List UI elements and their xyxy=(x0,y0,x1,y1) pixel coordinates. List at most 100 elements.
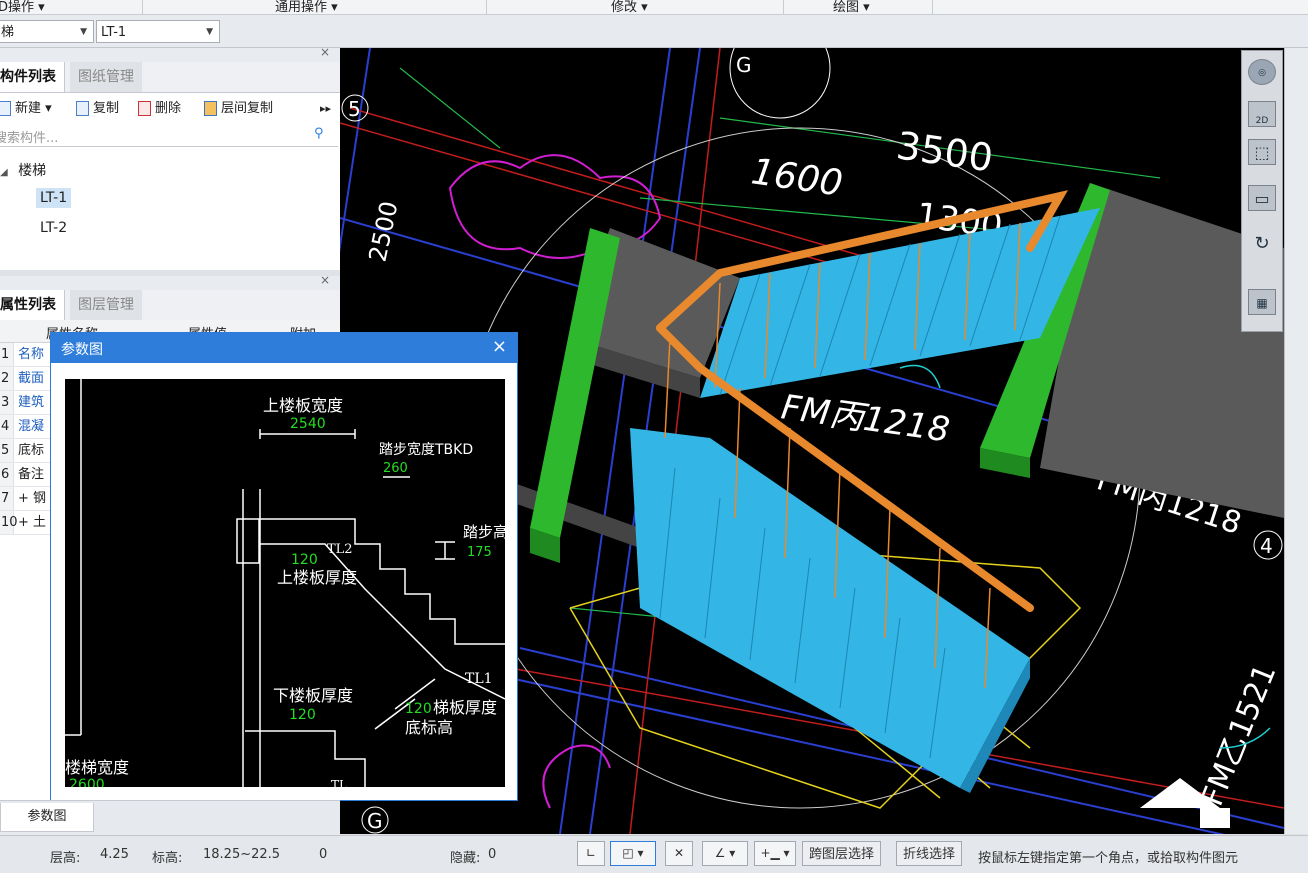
right-side-panel xyxy=(1284,48,1308,834)
axis-label-g-bottom: G xyxy=(367,809,383,833)
close-icon[interactable]: × xyxy=(492,336,507,357)
elevation-value: 18.25~22.5 xyxy=(203,847,281,862)
tab-layer-manage[interactable]: 图层管理 xyxy=(70,290,142,320)
label-upper-width: 上楼板宽度 xyxy=(263,396,343,415)
property-name: 备注 xyxy=(18,467,45,482)
property-name: + 土 xyxy=(18,515,47,530)
select-mode-icon[interactable]: ◰ ▾ xyxy=(610,841,656,866)
close-icon[interactable]: × xyxy=(320,45,330,59)
chevron-down-icon: ▼ xyxy=(80,27,87,37)
orbit-icon[interactable]: ◎ xyxy=(1248,59,1276,85)
delete-icon xyxy=(138,101,151,116)
property-name: + 钢 xyxy=(18,491,47,506)
close-icon[interactable]: × xyxy=(320,273,330,287)
value-upper-width: 2540 xyxy=(290,416,326,432)
grid-view-icon[interactable]: ▦ xyxy=(1248,289,1276,315)
value-lower-thickness: 120 xyxy=(289,707,316,723)
component-type-value: 梯 xyxy=(1,25,15,40)
property-name: 混凝 xyxy=(18,419,45,434)
box-view-icon[interactable]: ▭ xyxy=(1248,185,1276,211)
property-name: 建筑 xyxy=(18,395,45,410)
axis-label-4: 4 xyxy=(1260,534,1273,558)
component-name-value: LT-1 xyxy=(101,25,127,40)
new-button[interactable]: 新建 ▾ xyxy=(0,96,52,122)
tab-component-list[interactable]: 构件列表 xyxy=(0,62,65,92)
menu-general-ops[interactable]: 通用操作 ▾ xyxy=(275,0,338,15)
property-name: 名称 xyxy=(18,347,45,362)
menu-divider xyxy=(142,0,143,14)
param-diagram-dialog: 参数图 × 上楼板宽度 2540 踏步宽度TBKD 260 踏步高 175 TL… xyxy=(50,332,518,801)
row-index: 7 xyxy=(0,487,14,510)
panel-header: × xyxy=(0,273,340,290)
floor-height-label: 层高: xyxy=(50,851,81,866)
property-name: 底标 xyxy=(18,443,45,458)
copy-icon xyxy=(76,101,89,116)
row-index: 1 xyxy=(0,343,14,366)
angle-snap-icon[interactable]: ∠ ▾ xyxy=(702,841,748,866)
label-slab-thickness: 梯板厚度 xyxy=(433,698,497,717)
rotate-icon[interactable]: ↻ xyxy=(1248,231,1276,257)
label-stair-width: 楼梯宽度 xyxy=(65,758,129,777)
new-icon xyxy=(0,101,11,116)
tree-item-lt2[interactable]: LT-2 xyxy=(40,220,67,236)
menu-divider xyxy=(783,0,784,14)
label-step-height: 踏步高 xyxy=(463,523,505,541)
label-tl1: TL1 xyxy=(465,671,493,687)
property-tabbar: 属性列表 图层管理 xyxy=(0,290,340,321)
component-name-select[interactable]: LT-1 ▼ xyxy=(96,20,220,43)
search-icon[interactable]: ⚲ xyxy=(314,126,324,141)
tab-param-diagram[interactable]: 参数图 xyxy=(0,803,94,832)
panel-header: × xyxy=(0,45,340,62)
status-hint: 按鼠标左键指定第一个角点，或拾取构件图元 xyxy=(978,851,1239,866)
dialog-title: 参数图 xyxy=(61,342,103,358)
label-base-elevation: 底标高 xyxy=(405,718,453,737)
cube-view-icon[interactable]: ⬚ xyxy=(1248,139,1276,165)
value-stair-width: 2600 xyxy=(69,777,105,787)
more-icon[interactable]: ▸▸ xyxy=(320,96,331,122)
property-name: 截面 xyxy=(18,371,45,386)
bottom-tabbar: 参数图 xyxy=(0,800,340,835)
menu-divider xyxy=(486,0,487,14)
axis-label-g-top: G xyxy=(736,53,752,77)
caret-down-icon: ◢ xyxy=(0,167,8,178)
tree-item-lt1[interactable]: LT-1 xyxy=(36,188,72,208)
menu-draw[interactable]: 绘图 ▾ xyxy=(833,0,870,15)
cross-layer-select-button[interactable]: 跨图层选择 xyxy=(802,841,882,866)
view-2d-button[interactable]: 2D xyxy=(1248,101,1276,127)
label-tl-bottom: TL xyxy=(331,778,347,787)
point-snap-icon[interactable]: +▁ ▾ xyxy=(754,841,796,866)
floor-height-value: 4.25 xyxy=(100,847,129,862)
dim-1600: 1600 xyxy=(749,151,845,204)
row-index: 10 xyxy=(0,511,18,534)
cross-icon[interactable]: ✕ xyxy=(665,841,693,866)
row-index: 2 xyxy=(0,367,14,390)
label-upper-thickness: 上楼板厚度 xyxy=(277,568,357,587)
delete-button[interactable]: 删除 xyxy=(138,96,181,122)
menu-modify[interactable]: 修改 ▾ xyxy=(611,0,648,15)
label-step-width: 踏步宽度TBKD xyxy=(379,441,473,458)
hidden-count: 0 xyxy=(488,847,497,862)
row-index: 5 xyxy=(0,439,14,462)
ortho-icon[interactable]: ∟ xyxy=(577,841,605,866)
view-toolbar: ◎ 2D ⬚ ▭ ↻ ▦ xyxy=(1241,50,1283,332)
tab-property-list[interactable]: 属性列表 xyxy=(0,290,65,320)
status-bar: 层高: 4.25 标高: 18.25~22.5 0 隐藏: 0 ∟ ◰ ▾ ✕ … xyxy=(0,835,1308,873)
floor-copy-button[interactable]: 层间复制 xyxy=(204,96,273,122)
component-list-panel: × 构件列表 图纸管理 新建 ▾ 复制 删除 层间复制 ▸▸ 搜索构件... ⚲… xyxy=(0,45,341,270)
dim-3500: 3500 xyxy=(894,123,996,180)
tree-group-stairs[interactable]: ◢ 楼梯 xyxy=(0,160,46,180)
search-input[interactable]: 搜索构件... xyxy=(0,127,58,146)
menu-3d-ops[interactable]: D操作 ▾ xyxy=(0,0,45,15)
component-tabbar: 构件列表 图纸管理 xyxy=(0,62,340,93)
component-type-select[interactable]: 梯 ▼ xyxy=(0,20,94,43)
dialog-titlebar[interactable]: 参数图 × xyxy=(51,333,517,363)
param-diagram-drawing: 上楼板宽度 2540 踏步宽度TBKD 260 踏步高 175 TL2 120 … xyxy=(65,379,505,787)
tab-drawing-manage[interactable]: 图纸管理 xyxy=(70,62,142,92)
hidden-label: 隐藏: xyxy=(450,851,481,866)
copy-button[interactable]: 复制 xyxy=(76,96,119,122)
axis-label-5: 5 xyxy=(348,97,361,121)
value-step-width: 260 xyxy=(383,461,408,476)
door-label: FM乙1521 xyxy=(1195,659,1283,811)
polyline-select-button[interactable]: 折线选择 xyxy=(896,841,963,866)
param-diagram: 上楼板宽度 2540 踏步宽度TBKD 260 踏步高 175 TL2 120 … xyxy=(65,379,505,787)
